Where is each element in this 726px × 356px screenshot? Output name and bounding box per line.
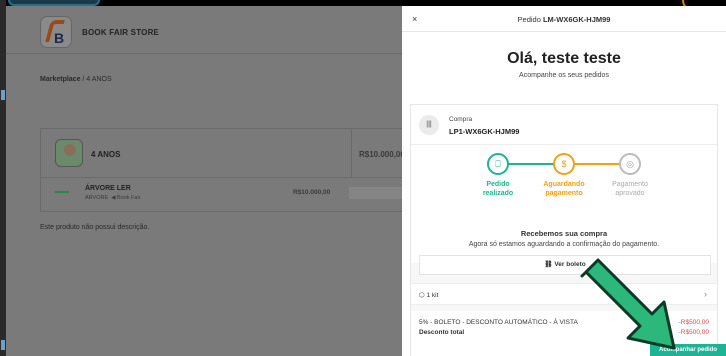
total-discount-label: Desconto total bbox=[419, 329, 465, 336]
card-divider bbox=[351, 129, 352, 177]
step-label: Pagamento aprovado bbox=[595, 180, 665, 198]
purchase-code: LP1-WX6GK-HJM99 bbox=[449, 127, 520, 136]
product-name: 4 ANOS bbox=[91, 150, 121, 159]
store-page: B BOOK FAIR STORE Marketplace / 4 ANOS 4… bbox=[6, 6, 409, 356]
sub-item-store: Book Fair bbox=[116, 195, 141, 201]
sub-item-title: ÁRVORE LER bbox=[85, 185, 131, 192]
chevron-right-icon: › bbox=[704, 289, 707, 299]
money-icon: ◎ bbox=[619, 153, 641, 175]
card-separator bbox=[41, 177, 409, 178]
step-label: Aguardando pagamento bbox=[529, 180, 599, 198]
sub-item-price: R$10.000,00 bbox=[293, 189, 331, 196]
status-title: Recebemos sua compra bbox=[520, 229, 608, 238]
greeting: Olá, teste teste bbox=[507, 50, 621, 67]
sub-item-meta: ARVORE ◀ Book Fair bbox=[85, 195, 141, 201]
step-label-line1: Pagamento bbox=[612, 181, 648, 188]
discount-label: 5% - BOLETO - DESCONTO AUTOMÁTICO - À VI… bbox=[419, 319, 578, 326]
product-card: 4 ANOS R$10.000,00 ÁRVORE LER ARVORE ◀ B… bbox=[40, 128, 409, 212]
breadcrumb: Marketplace / 4 ANOS bbox=[40, 76, 112, 83]
status-text: Agora só estamos aguardando a confirmaçã… bbox=[468, 241, 660, 248]
step-label-line1: Pedido bbox=[486, 181, 510, 188]
money-icon: $ bbox=[553, 153, 575, 175]
sub-item-brand: ARVORE bbox=[85, 195, 109, 201]
store-name[interactable]: BOOK FAIR STORE bbox=[82, 28, 159, 37]
sub-item-logo bbox=[55, 191, 69, 193]
panel-title: Pedido LM-WX6GK-HJM99 bbox=[402, 15, 726, 24]
purchase-label: Compra bbox=[449, 116, 473, 123]
breadcrumb-root[interactable]: Marketplace bbox=[40, 76, 80, 83]
step-label: Pedido realizado bbox=[463, 180, 533, 198]
purchase-header: ||| Compra LP1-WX6GK-HJM99 bbox=[411, 105, 717, 145]
breadcrumb-separator: / bbox=[82, 76, 85, 83]
store-logo[interactable]: B bbox=[40, 16, 72, 48]
logo-letter: B bbox=[54, 30, 65, 46]
strip-marker bbox=[1, 90, 5, 100]
step-label-line2: pagamento bbox=[545, 190, 583, 197]
kit-label: ⬡ 1 kit bbox=[419, 291, 438, 299]
progress-steps: ⎕ $ ◎ Pedido realizado Aguardando pagame… bbox=[411, 145, 717, 215]
step-label-line2: realizado bbox=[482, 190, 514, 197]
product-price: R$10.000,00 bbox=[359, 150, 405, 159]
receipt-icon: ⎕ bbox=[487, 153, 509, 175]
step-label-line2: aprovado bbox=[615, 190, 645, 197]
panel-header: × Pedido LM-WX6GK-HJM99 bbox=[402, 6, 726, 32]
pointer-arrow-icon bbox=[580, 258, 676, 350]
greeting-subtitle: Acompanhe os seus pedidos bbox=[519, 72, 609, 79]
strip-marker bbox=[1, 340, 5, 350]
arrow-shape bbox=[580, 258, 676, 350]
order-id: LM-WX6GK-HJM99 bbox=[542, 15, 611, 24]
quantity-stepper[interactable] bbox=[349, 187, 409, 199]
kit-count: 1 kit bbox=[426, 292, 439, 299]
product-image bbox=[55, 139, 83, 167]
panel-title-prefix: Pedido bbox=[517, 15, 541, 24]
store-icon: ◀ bbox=[109, 195, 117, 201]
breadcrumb-current: 4 ANOS bbox=[86, 76, 112, 83]
link-icon: ⛓ bbox=[544, 261, 555, 268]
step-label-line1: Aguardando bbox=[543, 181, 585, 188]
store-header: B BOOK FAIR STORE bbox=[6, 6, 402, 54]
barcode-icon: ||| bbox=[419, 115, 439, 135]
product-description: Este produto não possui descrição. bbox=[40, 224, 150, 231]
